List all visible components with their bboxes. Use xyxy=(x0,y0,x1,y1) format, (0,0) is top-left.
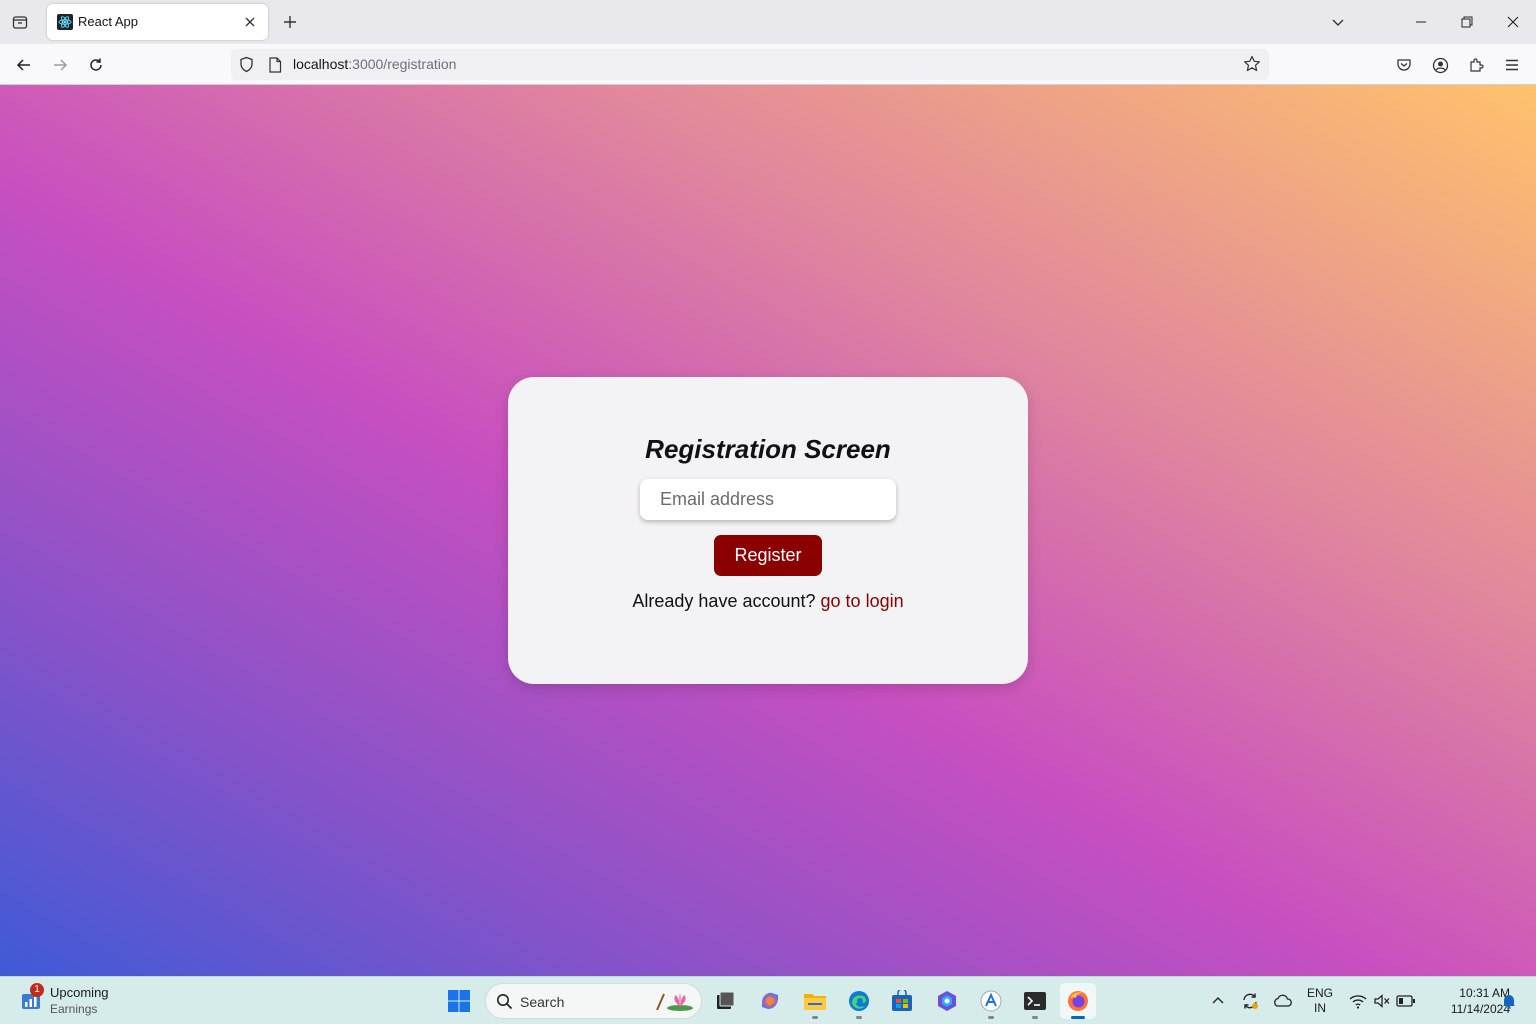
wifi-icon[interactable] xyxy=(1346,989,1370,1013)
chevron-up-icon[interactable] xyxy=(1206,989,1230,1013)
language-code: ENG xyxy=(1306,986,1333,1000)
url-bar[interactable]: localhost:3000/registration xyxy=(231,49,1269,80)
file-explorer-icon[interactable] xyxy=(797,983,833,1019)
running-indicator xyxy=(1032,1016,1038,1019)
windows-taskbar: 1 Upcoming Earnings Search ENG IN 10:31 … xyxy=(0,976,1536,1024)
close-window-icon[interactable] xyxy=(1495,6,1531,38)
reload-icon[interactable] xyxy=(83,52,109,78)
restore-icon[interactable] xyxy=(1449,6,1485,38)
task-view-icon[interactable] xyxy=(707,983,743,1019)
bookmark-star-icon[interactable] xyxy=(1243,55,1261,78)
email-field[interactable] xyxy=(640,479,896,520)
windows-start-icon[interactable] xyxy=(443,985,475,1017)
lotus-icon xyxy=(652,991,696,1018)
terminal-icon[interactable] xyxy=(1017,983,1053,1019)
widget-title: Upcoming xyxy=(50,985,109,1000)
taskbar-search[interactable]: Search xyxy=(485,983,702,1019)
menu-icon[interactable] xyxy=(1499,52,1525,78)
tab-title: React App xyxy=(78,14,138,29)
photos-icon[interactable] xyxy=(929,983,965,1019)
tab-list-icon[interactable] xyxy=(8,10,32,34)
edge-browser-icon[interactable] xyxy=(841,983,877,1019)
volume-muted-icon[interactable] xyxy=(1370,989,1394,1013)
register-button[interactable]: Register xyxy=(714,535,822,576)
go-to-login-link[interactable]: go to login xyxy=(821,591,904,611)
pocket-icon[interactable] xyxy=(1391,52,1417,78)
running-indicator xyxy=(988,1016,994,1019)
browser-navbar: localhost:3000/registration xyxy=(0,44,1536,85)
firefox-icon[interactable] xyxy=(1060,983,1096,1019)
login-prompt: Already have account? go to login xyxy=(508,591,1028,612)
login-prompt-text: Already have account? xyxy=(632,591,816,611)
tab-react-app[interactable]: React App xyxy=(47,4,268,40)
notification-badge: 1 xyxy=(30,983,44,997)
page-title: Registration Screen xyxy=(645,434,891,464)
app-a-icon[interactable] xyxy=(973,983,1009,1019)
microsoft-store-icon[interactable] xyxy=(884,983,920,1019)
widgets-button[interactable]: 1 Upcoming Earnings xyxy=(18,983,128,1019)
url-text[interactable]: localhost:3000/registration xyxy=(293,56,456,72)
react-logo-icon xyxy=(57,14,73,30)
search-icon xyxy=(496,993,513,1015)
account-icon[interactable] xyxy=(1427,52,1453,78)
running-indicator xyxy=(812,1016,818,1019)
registration-card: Registration Screen Register Already hav… xyxy=(508,377,1028,684)
page-background: Registration Screen Register Already hav… xyxy=(0,85,1536,976)
url-host: localhost xyxy=(293,56,349,72)
sync-icon[interactable] xyxy=(1238,989,1262,1013)
battery-icon[interactable] xyxy=(1394,989,1418,1013)
forward-arrow-icon[interactable] xyxy=(47,52,73,78)
active-indicator xyxy=(1071,1016,1085,1019)
language-indicator[interactable]: ENG IN xyxy=(1303,986,1337,1016)
notification-bell-icon[interactable] xyxy=(1497,989,1521,1013)
chevron-down-icon[interactable] xyxy=(1326,10,1350,34)
shield-icon[interactable] xyxy=(238,56,255,78)
widget-subtitle: Earnings xyxy=(50,1002,98,1016)
back-arrow-icon[interactable] xyxy=(11,52,37,78)
onedrive-icon[interactable] xyxy=(1270,989,1294,1013)
close-tab-icon[interactable] xyxy=(241,13,259,31)
copilot-icon[interactable] xyxy=(752,983,788,1019)
running-indicator xyxy=(856,1016,862,1019)
search-label: Search xyxy=(520,994,565,1010)
extensions-icon[interactable] xyxy=(1463,52,1489,78)
browser-tabbar: React App xyxy=(0,0,1536,44)
url-path: :3000/registration xyxy=(348,56,457,72)
new-tab-icon[interactable] xyxy=(278,10,302,34)
page-info-icon[interactable] xyxy=(268,57,282,78)
minimize-icon[interactable] xyxy=(1403,6,1439,38)
region-code: IN xyxy=(1314,1001,1326,1015)
